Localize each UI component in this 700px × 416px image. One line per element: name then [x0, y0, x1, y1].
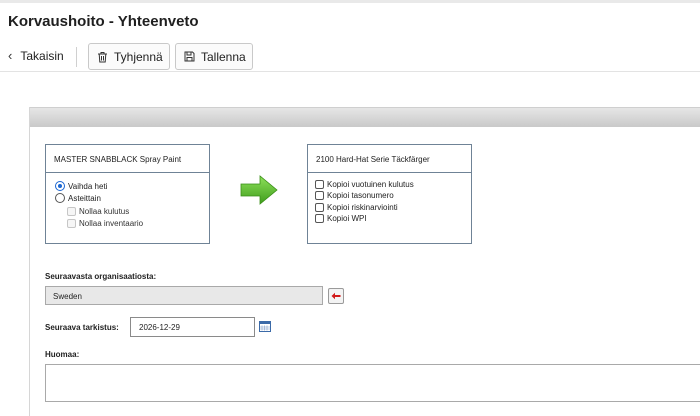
replace-now-radio-control[interactable]	[55, 181, 65, 191]
floppy-disk-icon	[184, 51, 195, 62]
arrow-left-icon	[331, 292, 341, 300]
back-button[interactable]: ‹ Takaisin	[8, 48, 64, 63]
copy-annual-consumption-checkbox[interactable]: Kopioi vuotuinen kulutus	[315, 180, 414, 189]
source-product-box: MASTER SNABBLACK Spray Paint Vaihda heti…	[45, 144, 210, 244]
target-product-name: 2100 Hard-Hat Serie Täckfärger	[308, 145, 471, 173]
copy-level-number-label: Kopioi tasonumero	[327, 191, 394, 200]
save-button-label: Tallenna	[201, 49, 246, 64]
calendar-icon[interactable]	[259, 320, 271, 332]
org-field[interactable]: Sweden	[45, 286, 323, 305]
reset-inventory-checkbox-control[interactable]	[67, 219, 76, 228]
replace-now-label: Vaihda heti	[68, 181, 108, 191]
org-label: Seuraavasta organisaatiosta:	[45, 272, 157, 281]
gradually-radio-control[interactable]	[55, 193, 65, 203]
copy-level-number-checkbox-control[interactable]	[315, 191, 324, 200]
gradually-radio[interactable]: Asteittain	[55, 193, 101, 203]
trash-icon	[97, 51, 108, 63]
org-select-button[interactable]	[328, 288, 344, 304]
copy-wpi-checkbox[interactable]: Kopioi WPI	[315, 214, 367, 223]
copy-risk-assessment-checkbox[interactable]: Kopioi riskinarviointi	[315, 203, 398, 212]
gradually-label: Asteittain	[68, 193, 101, 203]
save-button[interactable]: Tallenna	[175, 43, 253, 70]
reset-inventory-label: Nollaa inventaario	[79, 219, 144, 228]
notes-label: Huomaa:	[45, 350, 80, 359]
reset-consumption-checkbox[interactable]: Nollaa kulutus	[67, 207, 129, 216]
copy-risk-assessment-label: Kopioi riskinarviointi	[327, 203, 398, 212]
clear-button-label: Tyhjennä	[114, 49, 163, 64]
reset-inventory-checkbox[interactable]: Nollaa inventaario	[67, 219, 143, 228]
copy-annual-consumption-checkbox-control[interactable]	[315, 180, 324, 189]
notes-textarea[interactable]	[45, 364, 700, 402]
copy-level-number-checkbox[interactable]: Kopioi tasonumero	[315, 191, 394, 200]
reset-consumption-label: Nollaa kulutus	[79, 207, 130, 216]
toolbar-divider	[76, 47, 77, 67]
source-product-name: MASTER SNABBLACK Spray Paint	[46, 145, 209, 173]
next-check-label: Seuraava tarkistus:	[45, 323, 119, 332]
reset-consumption-checkbox-control[interactable]	[67, 207, 76, 216]
page-title: Korvaushoito - Yhteenveto	[8, 13, 199, 30]
next-check-date-input[interactable]: 2026-12-29	[130, 317, 255, 337]
copy-risk-assessment-checkbox-control[interactable]	[315, 203, 324, 212]
copy-annual-consumption-label: Kopioi vuotuinen kulutus	[327, 180, 414, 189]
clear-button[interactable]: Tyhjennä	[88, 43, 170, 70]
replacement-panel: MASTER SNABBLACK Spray Paint Vaihda heti…	[29, 107, 700, 416]
toolbar: ‹ Takaisin Tyhjennä Tallenna	[0, 43, 700, 71]
arrow-right-icon	[240, 175, 278, 205]
panel-header-bar	[30, 107, 700, 127]
replace-now-radio[interactable]: Vaihda heti	[55, 181, 107, 191]
target-product-box: 2100 Hard-Hat Serie Täckfärger Kopioi vu…	[307, 144, 472, 244]
back-button-label: Takaisin	[20, 48, 64, 63]
page-header: Korvaushoito - Yhteenveto ‹ Takaisin Tyh…	[0, 0, 700, 72]
copy-wpi-checkbox-control[interactable]	[315, 214, 324, 223]
chevron-left-icon: ‹	[8, 48, 13, 63]
copy-wpi-label: Kopioi WPI	[327, 214, 367, 223]
